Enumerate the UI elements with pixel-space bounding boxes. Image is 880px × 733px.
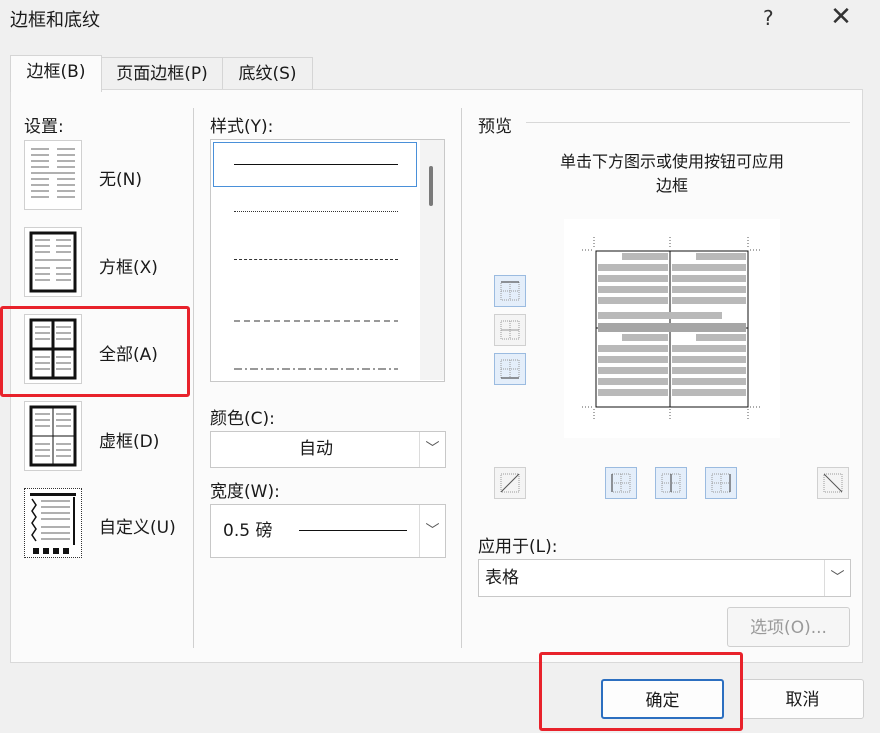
style-scrollbar-thumb[interactable]: [429, 166, 433, 206]
setting-box-label[interactable]: 方框(X): [99, 253, 158, 278]
dialog-title: 边框和底纹: [10, 10, 100, 31]
color-label: 颜色(C):: [210, 409, 275, 429]
style-item-small-dash[interactable]: [234, 259, 398, 260]
chevron-down-icon[interactable]: ﹀: [419, 432, 445, 467]
width-label: 宽度(W):: [210, 482, 280, 502]
setting-box-icon[interactable]: [24, 227, 82, 297]
border-top-button[interactable]: [494, 275, 526, 307]
tab-shading[interactable]: 底纹(S): [222, 57, 313, 90]
tab-borders[interactable]: 边框(B): [10, 55, 102, 92]
help-button[interactable]: ?: [763, 6, 774, 30]
setting-grid-label[interactable]: 虚框(D): [99, 427, 159, 452]
chevron-down-icon[interactable]: ﹀: [824, 560, 850, 596]
style-item-solid[interactable]: [234, 164, 398, 165]
setting-custom-label[interactable]: 自定义(U): [99, 513, 176, 538]
color-dropdown[interactable]: 自动 ﹀: [210, 431, 446, 468]
chevron-down-icon[interactable]: ﹀: [419, 505, 445, 557]
width-line-sample: [299, 530, 407, 531]
preview-canvas[interactable]: [564, 219, 780, 438]
setting-none-label[interactable]: 无(N): [99, 165, 142, 190]
border-bottom-button[interactable]: [494, 353, 526, 385]
preview-separator: [526, 122, 850, 123]
diagonal-up-button[interactable]: [817, 467, 849, 499]
color-value: 自动: [299, 439, 333, 459]
apply-to-value: 表格: [485, 568, 519, 588]
options-button[interactable]: 选项(O)...: [727, 607, 850, 647]
style-label: 样式(Y):: [210, 117, 274, 137]
apply-to-dropdown[interactable]: 表格 ﹀: [478, 559, 851, 597]
border-inside-horizontal-button[interactable]: [494, 314, 526, 346]
apply-to-label: 应用于(L):: [478, 537, 558, 557]
style-item-dash-dot[interactable]: [234, 355, 398, 370]
setting-custom-icon[interactable]: [24, 488, 82, 558]
style-item-dotted[interactable]: [234, 211, 398, 212]
setting-none-icon[interactable]: [24, 140, 82, 210]
divider-right: [461, 108, 462, 648]
border-inside-vertical-button[interactable]: [655, 467, 687, 499]
tab-page-borders[interactable]: 页面边框(P): [101, 57, 223, 90]
border-right-button[interactable]: [705, 467, 737, 499]
close-button[interactable]: ✕: [826, 2, 856, 32]
divider-left: [193, 108, 194, 648]
diagonal-down-button[interactable]: [494, 467, 526, 499]
settings-label: 设置:: [24, 117, 64, 137]
border-left-button[interactable]: [605, 467, 637, 499]
preview-label: 预览: [478, 117, 512, 137]
width-value: 0.5 磅: [223, 521, 273, 541]
preview-hint-1: 单击下方图示或使用按钮可应用: [559, 152, 784, 171]
highlight-setting-all: [0, 306, 190, 397]
cancel-button[interactable]: 取消: [741, 679, 864, 719]
width-dropdown[interactable]: 0.5 磅 ﹀: [210, 504, 446, 558]
preview-hint-2: 边框: [655, 176, 688, 195]
highlight-ok-button: [539, 652, 743, 731]
style-item-dash[interactable]: [234, 307, 398, 322]
setting-grid-icon[interactable]: [24, 401, 82, 471]
